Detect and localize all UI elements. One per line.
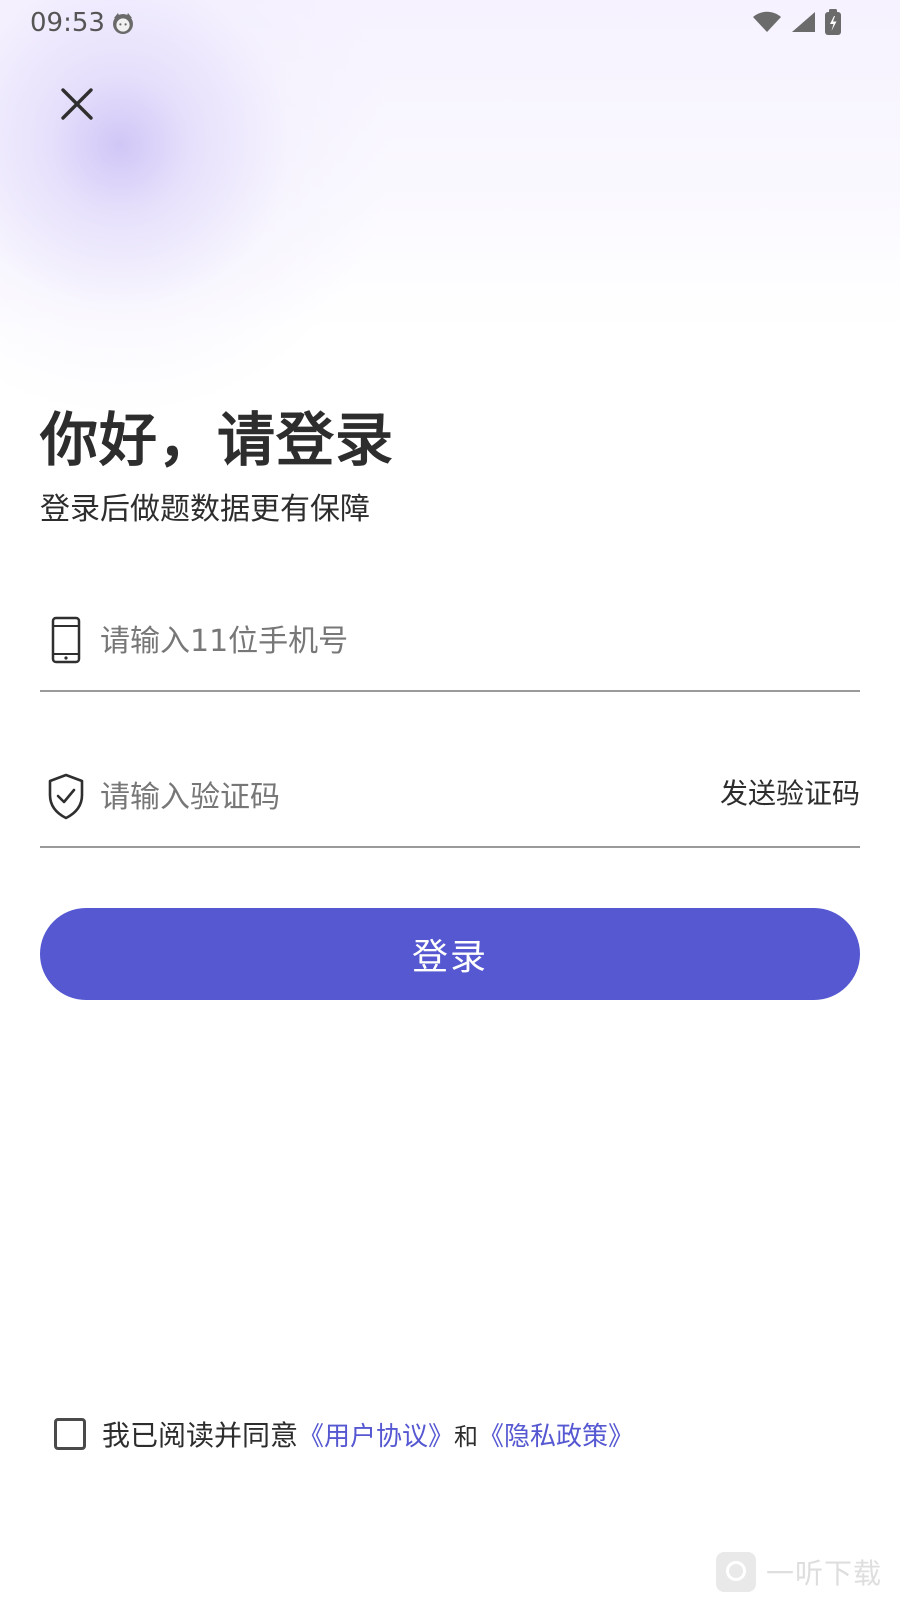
agreement-row: 我已阅读并同意 《用户协议》 和 《隐私政策》 — [54, 1414, 634, 1454]
status-icons — [752, 8, 842, 40]
agreement-checkbox[interactable] — [54, 1418, 86, 1450]
shield-check-icon — [45, 772, 87, 824]
agreement-and-text: 和 — [454, 1422, 479, 1451]
watermark-text: 一听下载 — [765, 1557, 882, 1590]
page-title: 你好，请登录 — [40, 406, 395, 474]
login-button[interactable]: 登录 — [40, 908, 860, 1000]
watermark: 一听下载 — [715, 1552, 882, 1592]
status-time: 09:53 — [30, 8, 105, 38]
send-code-button[interactable]: 发送验证码 — [720, 774, 860, 814]
page-subtitle: 登录后做题数据更有保障 — [40, 492, 370, 527]
privacy-policy-link[interactable]: 《隐私政策》 — [478, 1416, 634, 1453]
agreement-text: 我已阅读并同意 — [102, 1419, 299, 1452]
cat-avatar-icon — [110, 10, 136, 36]
close-icon — [60, 87, 94, 124]
status-bar: 09:53 — [0, 0, 900, 48]
watermark-logo-icon — [715, 1552, 756, 1592]
close-button[interactable] — [52, 80, 102, 130]
phone-field — [40, 600, 860, 692]
phone-input[interactable] — [98, 600, 702, 682]
phone-icon — [45, 616, 87, 668]
code-field: 发送验证码 — [40, 756, 860, 848]
user-agreement-link[interactable]: 《用户协议》 — [298, 1416, 454, 1453]
battery-charging-icon — [824, 8, 842, 40]
wifi-icon — [752, 10, 782, 38]
signal-icon — [790, 10, 816, 38]
verification-code-input[interactable] — [98, 756, 702, 838]
